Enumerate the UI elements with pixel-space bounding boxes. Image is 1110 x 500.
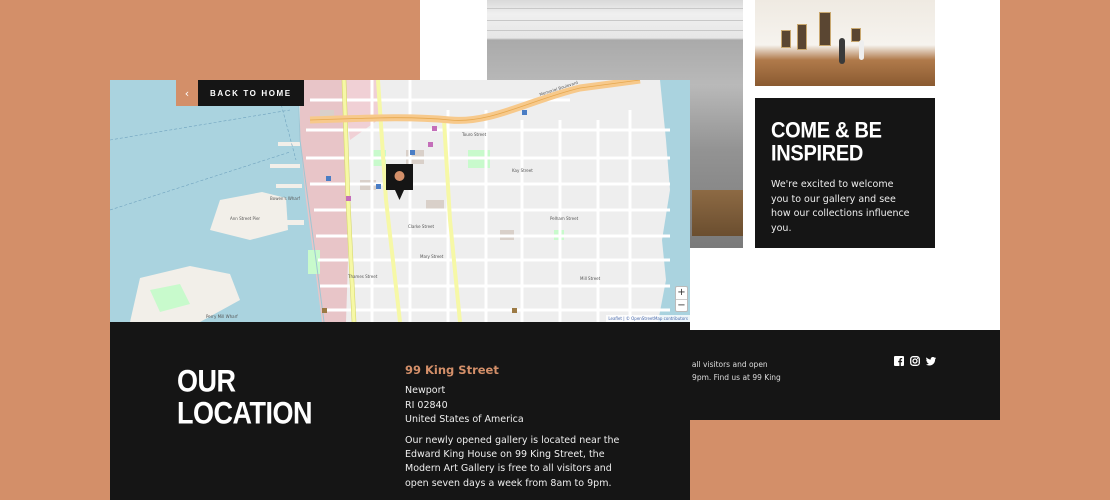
svg-text:Perry Mill Wharf: Perry Mill Wharf (206, 314, 238, 319)
map-attribution[interactable]: Leaflet | © OpenStreetMap contributors (606, 315, 690, 322)
inspire-text: We're excited to welcome you to our gall… (771, 179, 910, 234)
svg-text:Kay Street: Kay Street (512, 168, 533, 173)
gallery-visitors-image (755, 0, 935, 86)
instagram-icon[interactable] (910, 356, 920, 366)
inspire-title: COME & BE INSPIRED (771, 118, 882, 167)
back-to-home-label: BACK TO HOME (198, 80, 304, 106)
svg-text:Thames Street: Thames Street (347, 274, 378, 279)
svg-text:Clarke Street: Clarke Street (408, 224, 434, 229)
svg-text:Touro Street: Touro Street (461, 132, 487, 137)
footer-text: e to all visitors and open n to 9pm. Fin… (675, 360, 781, 382)
map[interactable]: Memorial Boulevard Touro Street Kay Stre… (110, 80, 690, 322)
bench-image (692, 190, 743, 236)
zoom-control: + − (675, 286, 688, 312)
zoom-in-button[interactable]: + (676, 287, 687, 299)
location-title: OUR LOCATION (177, 363, 312, 431)
facebook-icon[interactable] (894, 356, 904, 366)
svg-text:Mary Street: Mary Street (420, 254, 444, 259)
map-tiles: Memorial Boulevard Touro Street Kay Stre… (110, 80, 690, 322)
chevron-left-icon: ‹ (176, 80, 198, 106)
address-country: United States of America (405, 414, 524, 425)
svg-text:Ann Street Pier: Ann Street Pier (230, 216, 260, 221)
address-postal: RI 02840 (405, 399, 448, 411)
svg-text:Mill Street: Mill Street (580, 276, 601, 281)
inspire-panel: COME & BE INSPIRED We're excited to welc… (755, 98, 935, 248)
address-city: Newport (405, 385, 446, 396)
location-address: Newport RI 02840 United States of Americ… (405, 384, 524, 428)
map-marker-icon[interactable] (386, 164, 413, 200)
location-description: Our newly opened gallery is located near… (405, 435, 620, 489)
svg-text:Bowen's Wharf: Bowen's Wharf (270, 196, 301, 201)
twitter-icon[interactable] (926, 356, 936, 366)
location-section: OUR LOCATION 99 King Street Newport RI 0… (110, 322, 690, 500)
svg-text:Pelham Street: Pelham Street (550, 216, 579, 221)
location-page: Memorial Boulevard Touro Street Kay Stre… (110, 80, 690, 500)
back-to-home-button[interactable]: ‹ BACK TO HOME (176, 80, 304, 106)
location-street: 99 King Street (405, 363, 499, 377)
zoom-out-button[interactable]: − (676, 299, 687, 311)
